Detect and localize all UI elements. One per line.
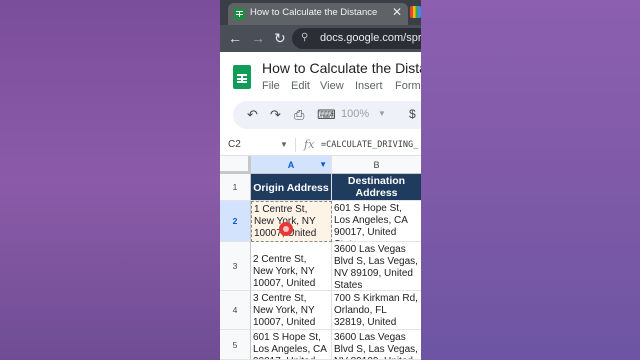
spreadsheet-grid: A ▼ B 1 2 3 4 5 Origin Address Destinati… (220, 156, 421, 360)
background-left (0, 0, 220, 360)
column-label: B (373, 160, 380, 170)
row-header-1[interactable]: 1 (220, 174, 251, 201)
cell-a4[interactable]: 3 Centre St, New York, NY 10007, United … (251, 291, 332, 330)
cell-a2[interactable]: 1 Centre St, New York, NY 10007, United … (251, 201, 332, 242)
menu-insert[interactable]: Insert (355, 80, 383, 92)
next-tab-favicon-icon[interactable] (410, 6, 421, 18)
tab-bar: How to Calculate the Distance Be ✕ (220, 0, 421, 25)
browser-tab[interactable]: How to Calculate the Distance Be ✕ (228, 3, 408, 25)
url-text: docs.google.com/spre (320, 32, 421, 44)
cell-b4[interactable]: 700 S Kirkman Rd, Orlando, FL 32819, Uni… (332, 291, 421, 330)
row-header-5[interactable]: 5 (220, 330, 251, 360)
name-box[interactable]: C2 (228, 139, 241, 150)
background-right (421, 0, 640, 360)
cell-a3[interactable]: 2 Centre St, New York, NY 10007, United … (251, 242, 332, 291)
formula-input[interactable]: =CALCULATE_DRIVING_ (321, 140, 418, 150)
doc-header: How to Calculate the Distance File Edit … (220, 52, 421, 100)
cell-a1[interactable]: Origin Address (251, 174, 332, 201)
cell-b3[interactable]: 3600 Las Vegas Blvd S, Las Vegas, NV 891… (332, 242, 421, 291)
select-all-corner[interactable] (220, 156, 251, 174)
divider (295, 138, 296, 152)
menu-view[interactable]: View (320, 80, 344, 92)
menu-edit[interactable]: Edit (291, 80, 310, 92)
close-icon[interactable]: ✕ (392, 5, 402, 19)
toolbar: ↶ ↷ ⎙ ⌨ 100% ▼ $ (233, 101, 421, 129)
redo-icon[interactable]: ↷ (270, 107, 281, 123)
row-header-4[interactable]: 4 (220, 291, 251, 330)
cell-b1[interactable]: Destination Address (332, 174, 421, 201)
column-label: A (287, 160, 295, 170)
row-header-3[interactable]: 3 (220, 242, 251, 291)
site-info-icon[interactable]: ⚲ (301, 32, 308, 43)
currency-format-button[interactable]: $ (409, 107, 416, 121)
formula-bar: C2 ▼ fx =CALCULATE_DRIVING_ (220, 134, 421, 156)
cell-a5[interactable]: 601 S Hope St, Los Angeles, CA 90017, Un… (251, 330, 332, 360)
undo-icon[interactable]: ↶ (247, 107, 258, 123)
back-arrow-icon[interactable]: ← (228, 30, 242, 46)
chevron-down-icon[interactable]: ▼ (378, 109, 386, 118)
reload-icon[interactable]: ↻ (274, 30, 286, 46)
cell-b2[interactable]: 601 S Hope St, Los Angeles, CA 90017, Un… (332, 201, 421, 242)
chevron-down-icon[interactable]: ▼ (319, 156, 327, 174)
zoom-select[interactable]: 100% (341, 108, 369, 120)
url-field[interactable]: ⚲ docs.google.com/spre (292, 28, 421, 49)
column-header-b[interactable]: B (332, 156, 421, 174)
cell-b5[interactable]: 3600 Las Vegas Blvd S, Las Vegas, NV 891… (332, 330, 421, 360)
mouse-cursor-icon (279, 222, 293, 236)
menu-file[interactable]: File (262, 80, 280, 92)
sheets-favicon-icon (234, 8, 245, 20)
row-header-2[interactable]: 2 (220, 201, 251, 242)
sheets-logo-icon[interactable] (233, 65, 251, 89)
menu-format[interactable]: Forma (395, 80, 421, 92)
browser-window: How to Calculate the Distance Be ✕ ← → ↻… (220, 0, 421, 360)
paint-format-icon[interactable]: ⌨ (317, 107, 336, 123)
fx-icon: fx (304, 138, 315, 151)
column-header-a[interactable]: A ▼ (251, 156, 332, 174)
forward-arrow-icon[interactable]: → (251, 30, 265, 46)
tab-title: How to Calculate the Distance Be (250, 7, 380, 18)
document-title[interactable]: How to Calculate the Distance (262, 60, 421, 76)
address-bar: ← → ↻ ⚲ docs.google.com/spre (220, 25, 421, 52)
chevron-down-icon[interactable]: ▼ (280, 140, 288, 149)
print-icon[interactable]: ⎙ (294, 107, 304, 123)
